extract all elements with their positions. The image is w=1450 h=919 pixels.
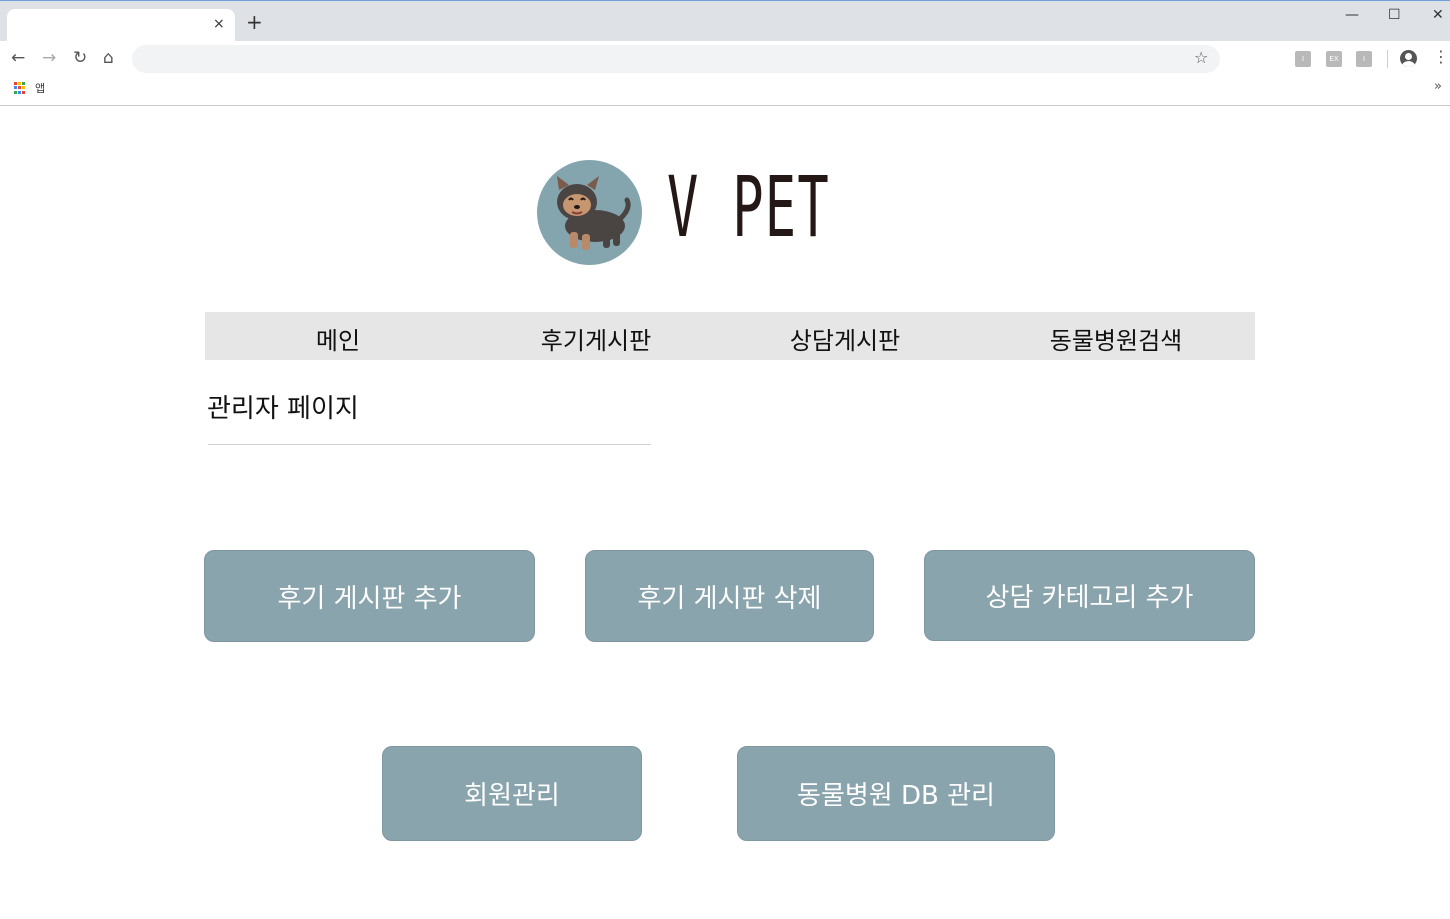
- logo-text: V PET: [667, 158, 830, 256]
- minimize-icon[interactable]: —: [1345, 7, 1359, 23]
- add-consult-category-button[interactable]: 상담 카테고리 추가: [924, 550, 1255, 641]
- nav-item-consult-board[interactable]: 상담게시판: [790, 321, 900, 356]
- reload-icon[interactable]: ↻: [73, 48, 87, 68]
- nav-item-review-board[interactable]: 후기게시판: [541, 321, 651, 356]
- bookmark-star-icon[interactable]: ☆: [1194, 48, 1208, 67]
- bookmarks-bar: 앱 »: [0, 76, 1450, 106]
- back-icon[interactable]: ←: [11, 48, 25, 68]
- hospital-db-management-button[interactable]: 동물병원 DB 관리: [737, 746, 1055, 841]
- browser-tab[interactable]: ×: [7, 9, 235, 42]
- apps-grid-dot: [22, 82, 25, 85]
- apps-grid-dot: [18, 82, 21, 85]
- apps-grid-dot: [14, 82, 17, 85]
- page-title: 관리자 페이지: [207, 394, 359, 424]
- add-review-board-button[interactable]: 후기 게시판 추가: [204, 550, 535, 642]
- window-close-icon[interactable]: ✕: [1432, 7, 1444, 23]
- puppy-logo-icon: [537, 160, 642, 265]
- delete-review-board-button[interactable]: 후기 게시판 삭제: [585, 550, 874, 642]
- apps-grid-icon[interactable]: [14, 82, 26, 94]
- extension-icon[interactable]: EX: [1326, 51, 1342, 67]
- tab-close-icon[interactable]: ×: [213, 16, 225, 32]
- browser-chrome: × + — ☐ ✕ ← → ↻ ⌂ ☆ I EX I ⋮ 앱 »: [0, 0, 1450, 106]
- apps-grid-dot: [14, 90, 17, 94]
- heading-divider: [208, 444, 651, 445]
- browser-menu-icon[interactable]: ⋮: [1433, 47, 1449, 66]
- home-icon[interactable]: ⌂: [103, 48, 114, 68]
- tab-strip: × + — ☐ ✕: [0, 0, 1450, 42]
- apps-grid-dot: [14, 86, 17, 90]
- new-tab-icon[interactable]: +: [246, 12, 263, 32]
- forward-icon[interactable]: →: [42, 48, 56, 68]
- main-nav: 메인 후기게시판 상담게시판 동물병원검색: [205, 312, 1255, 360]
- nav-item-hospital-search[interactable]: 동물병원검색: [1050, 321, 1182, 356]
- profile-icon[interactable]: [1400, 50, 1417, 67]
- maximize-icon[interactable]: ☐: [1388, 7, 1401, 23]
- member-management-button[interactable]: 회원관리: [382, 746, 642, 841]
- apps-grid-dot: [22, 86, 25, 90]
- apps-grid-dot: [22, 90, 25, 94]
- nav-item-main[interactable]: 메인: [316, 321, 360, 356]
- toolbar-divider: [1387, 50, 1388, 68]
- extension-icon[interactable]: I: [1295, 51, 1311, 67]
- browser-toolbar: ← → ↻ ⌂ ☆ I EX I ⋮: [0, 41, 1450, 76]
- apps-grid-dot: [18, 86, 21, 90]
- apps-grid-dot: [18, 90, 21, 94]
- address-bar[interactable]: [132, 45, 1220, 73]
- extension-icon[interactable]: I: [1356, 51, 1372, 67]
- apps-label[interactable]: 앱: [35, 80, 45, 96]
- bookmarks-more-icon[interactable]: »: [1434, 79, 1442, 94]
